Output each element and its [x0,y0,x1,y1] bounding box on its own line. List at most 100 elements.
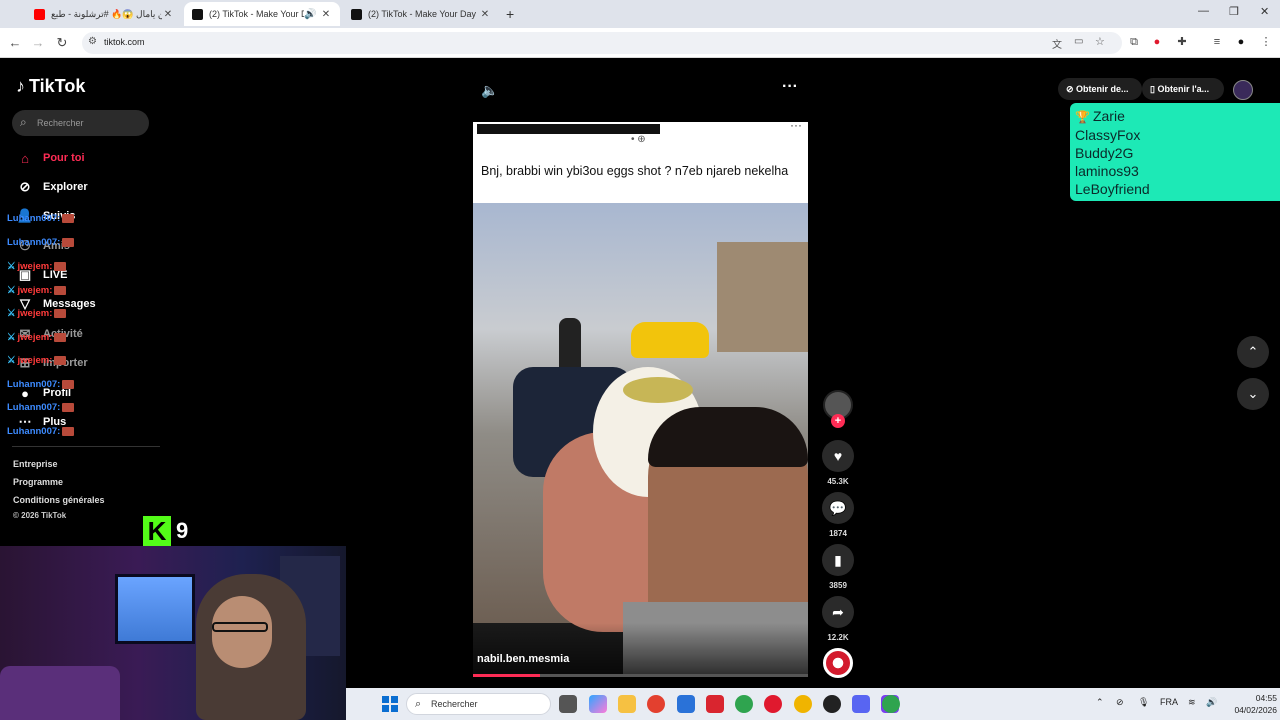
chrome-icon[interactable] [794,695,812,713]
tiktok-icon [351,8,362,20]
browser-tab-active[interactable]: (2) TikTok - Make Your Day 🔊 ✕ [184,2,340,26]
reading-list-icon[interactable]: ≡ [1210,35,1224,49]
chevron-up-icon: ⌃ [1247,344,1259,359]
reload-button[interactable]: ↻ [53,34,71,52]
tray-network-icon[interactable]: ⊘ [1116,697,1124,708]
account-avatar-icon[interactable]: ● [1234,35,1248,49]
windows-taskbar: ⌕ Rechercher ⌃ ⊘ 🎙 FRA ≋ 🔊 04:55 04/02/2… [346,688,1280,720]
maximize-button[interactable]: ❐ [1229,5,1239,18]
footer-conditions[interactable]: Conditions générales [13,495,105,505]
chrome-icon[interactable] [735,695,753,713]
opera-icon[interactable] [764,695,782,713]
forward-button[interactable]: → [29,34,47,52]
scene-yolk [623,377,693,403]
sword-badge-icon: ⚔ [7,355,16,366]
chat-username: Luhann007: [7,402,61,413]
follow-plus-icon[interactable]: + [831,414,845,428]
chrome-icon[interactable] [882,695,900,713]
close-icon[interactable]: ✕ [162,9,174,20]
volume-icon[interactable]: 🔈 [481,81,499,99]
file-explorer-icon[interactable] [618,695,636,713]
emote-icon [54,286,67,295]
windows-start-icon[interactable] [382,696,398,712]
app-icon[interactable] [706,695,724,713]
video-author[interactable]: nabil.ben.mesmia [477,653,569,665]
tray-volume-icon[interactable]: 🔊 [1206,697,1217,708]
copilot-icon[interactable] [589,695,607,713]
trophy-icon: 🏆 [1075,110,1090,124]
music-disc-icon[interactable] [823,648,853,678]
sidebar-item-explorer[interactable]: ⊘ Explorer [16,177,88,197]
streamer-face [212,596,272,668]
scene-pedestrian [559,318,581,374]
menu-icon[interactable]: ⋮ [1259,35,1273,49]
save-button[interactable]: ▮ [822,544,854,576]
chat-username: Luhann007: [7,379,61,390]
tray-chevron-icon[interactable]: ⌃ [1096,697,1104,708]
task-view-icon[interactable] [559,695,577,713]
opera-icon[interactable]: ● [1150,35,1164,49]
footer-programme[interactable]: Programme [13,477,63,487]
url-text: tiktok.com [104,37,145,47]
get-coins-button[interactable]: ⊘ Obtenir de... [1058,78,1142,100]
clock-date: 04/02/2026 [1234,705,1277,715]
translate-icon[interactable]: 文 [1052,36,1062,51]
tab-title: لامين يامال 😱🔥 #ترشلونة - طبع [51,8,162,19]
speaker-icon[interactable]: 🔊 [304,9,316,20]
sword-badge-icon: ⚔ [7,285,16,296]
browser-tab[interactable]: لامين يامال 😱🔥 #ترشلونة - طبع ✕ [26,2,182,26]
close-icon[interactable]: ✕ [320,9,332,20]
video-caption: Bnj, brabbi win ybi3ou eggs shot ? n7eb … [481,164,789,178]
more-options-icon[interactable]: ··· [780,79,800,98]
sword-badge-icon: ⚔ [7,308,16,319]
search-box[interactable]: ⌕ [12,110,149,136]
video-player[interactable]: ··· • ⊕ Bnj, brabbi win ybi3ou eggs shot… [473,122,808,677]
taskbar-search[interactable]: ⌕ Rechercher [406,693,551,715]
leaderboard-entry: ClassyFox [1075,127,1141,143]
tab-title: (2) TikTok - Make Your Day [209,9,304,19]
store-icon[interactable] [677,695,695,713]
tray-wifi-icon[interactable]: ≋ [1188,697,1196,708]
close-icon[interactable]: ✕ [479,9,491,20]
share-count: 12.2K [827,633,849,642]
site-info-icon[interactable]: ⚙ [88,36,97,47]
chat-line: ⚔ jwejem: [7,308,67,319]
video-progress-bar[interactable] [473,674,808,677]
new-tab-button[interactable]: + [506,6,514,22]
tray-mic-icon[interactable]: 🎙 [1138,697,1149,708]
video-bottom-gradient [473,623,808,677]
back-button[interactable]: ← [6,34,24,52]
search-input[interactable] [37,114,142,132]
bookmark-star-icon[interactable]: ☆ [1095,35,1105,48]
omnibox[interactable]: ⚙ tiktok.com 文 ▭ ☆ [82,32,1122,54]
coin-icon: ⊘ [1066,84,1077,94]
search-icon: ⌕ [20,115,27,129]
footer-entreprise[interactable]: Entreprise [13,459,58,469]
sidebar-divider [12,446,160,447]
sidebar-item-pour-toi[interactable]: ⌂ Pour toi [16,148,85,168]
chrome-icon[interactable] [647,695,665,713]
previous-video-button[interactable]: ⌃ [1237,336,1269,368]
share-button[interactable]: ➦ [822,596,854,628]
sword-badge-icon: ⚔ [7,332,16,343]
chat-line: Luhann007: [7,379,75,390]
puzzle-icon[interactable]: ✚ [1175,35,1189,49]
next-video-button[interactable]: ⌄ [1237,378,1269,410]
taskbar-clock[interactable]: 04:55 04/02/2026 [1221,692,1277,716]
browser-tab[interactable]: (2) TikTok - Make Your Day ✕ [343,2,499,26]
tray-lang[interactable]: FRA [1160,697,1178,707]
close-window-button[interactable]: ✕ [1260,5,1269,18]
profile-avatar[interactable] [1233,80,1253,100]
extension-icon[interactable]: ⧉ [1127,35,1141,49]
minimize-button[interactable]: — [1198,5,1209,17]
cast-icon[interactable]: ▭ [1074,36,1083,47]
kick-viewer-count: 9 [176,518,189,543]
save-count: 3859 [829,581,847,590]
discord-icon[interactable] [852,695,870,713]
get-app-button[interactable]: ▯ Obtenir l'a... [1142,78,1224,100]
app-icon[interactable] [823,695,841,713]
like-button[interactable]: ♥ [822,440,854,472]
tiktok-logo[interactable]: ♪ TikTok [16,76,85,97]
comment-button[interactable]: 💬 [822,492,854,524]
webcam-window [115,574,195,644]
